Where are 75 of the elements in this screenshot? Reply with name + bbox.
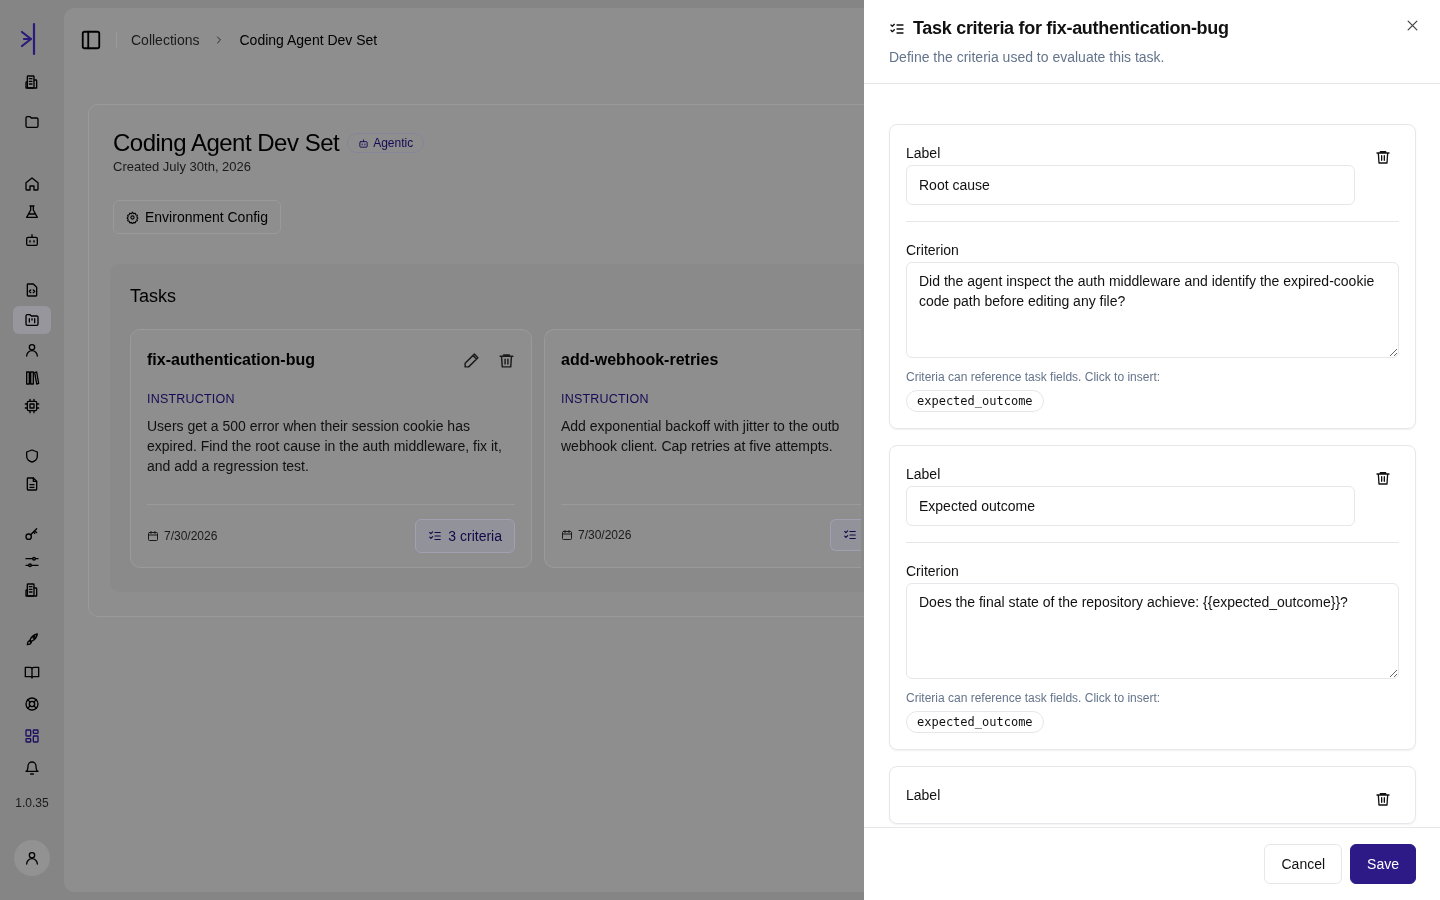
edit-icon	[463, 351, 480, 369]
hint-text: Criteria can reference task fields. Click to insert:	[906, 691, 1162, 705]
robot-icon	[24, 232, 40, 248]
file-code-icon	[24, 282, 40, 298]
checklist-icon	[428, 529, 443, 543]
checklist-icon	[843, 528, 857, 542]
bell-icon	[24, 760, 40, 776]
books-icon	[24, 370, 40, 386]
task-title: fix-authentication-bug	[147, 351, 315, 369]
building-icon	[24, 582, 40, 598]
home-icon	[24, 176, 40, 192]
user-icon	[24, 342, 40, 358]
criterion-field[interactable]: Did the agent inspect the auth middleware and identify the expired-cookie code path before editing any file?	[906, 262, 1399, 358]
calendar-icon	[147, 530, 159, 542]
key-icon	[24, 526, 40, 542]
created-date: Created July 30th, 2026	[113, 159, 253, 174]
gear-icon	[126, 210, 139, 224]
criterion-caption: Criterion	[906, 563, 960, 579]
label-field[interactable]: Expected outcome	[906, 486, 1355, 526]
instruction-text: Users get a 500 error when their session cookie has	[147, 417, 470, 436]
avatar[interactable]	[14, 840, 50, 876]
breadcrumb-item[interactable]: Collections	[131, 32, 200, 48]
book-icon	[24, 664, 40, 680]
trash-icon	[1375, 149, 1391, 165]
criteria-button[interactable]	[830, 519, 861, 551]
collection-title: Coding Agent Dev Set	[113, 129, 340, 157]
trash-icon	[1375, 791, 1391, 807]
shield-icon	[24, 448, 40, 464]
instruction-text: expired. Find the root cause in the auth middleware, fix it,	[147, 437, 502, 456]
save-button[interactable]: Save	[1350, 844, 1416, 884]
criteria-button[interactable]: 3 criteria	[415, 519, 515, 553]
version-label: 1.0.35	[15, 796, 49, 810]
trash-icon	[498, 351, 515, 369]
lifebuoy-icon	[24, 696, 40, 712]
environment-config-button[interactable]: Environment Config	[113, 200, 281, 234]
instruction-text: webhook client. Cap retries at five attempts.	[561, 437, 833, 456]
field-chip[interactable]: expected_outcome	[906, 711, 1044, 733]
folder-icon	[24, 114, 40, 130]
tasks-heading: Tasks	[130, 286, 177, 307]
instruction-label: INSTRUCTION	[147, 392, 236, 406]
calendar-icon	[561, 529, 573, 541]
instruction-label: INSTRUCTION	[561, 392, 650, 406]
building-icon	[24, 74, 40, 90]
delete-button[interactable]	[1375, 470, 1391, 486]
trash-icon	[1375, 470, 1391, 486]
document-icon	[24, 476, 40, 492]
instruction-text: and add a regression test.	[147, 457, 309, 476]
label-caption: Label	[906, 787, 942, 803]
flask-icon	[24, 204, 40, 220]
task-date: 7/30/2026	[147, 529, 218, 543]
sidebar-toggle-icon	[80, 29, 102, 51]
robot-icon	[358, 137, 370, 149]
criterion-field[interactable]: Does the final state of the repository achieve: {{expected_outcome}}?	[906, 583, 1399, 679]
sidebar-button[interactable]	[13, 306, 51, 334]
folder-icon	[24, 312, 40, 328]
breadcrumb-item: Coding Agent Dev Set	[239, 32, 378, 48]
criterion-caption: Criterion	[906, 242, 960, 258]
label-field[interactable]: Root cause	[906, 165, 1355, 205]
label-caption: Label	[906, 466, 942, 482]
panel-title: Task criteria for fix-authentication-bug	[913, 18, 1229, 39]
delete-button[interactable]	[1375, 791, 1391, 807]
sliders-icon	[24, 554, 40, 570]
cancel-button[interactable]: Cancel	[1264, 844, 1343, 884]
delete-button[interactable]	[1375, 149, 1391, 165]
label-caption: Label	[906, 145, 942, 161]
user-icon	[24, 850, 40, 866]
task-date: 7/30/2026	[561, 528, 632, 542]
panel-subtitle: Define the criteria used to evaluate this task.	[889, 49, 1166, 65]
hint-text: Criteria can reference task fields. Click to insert:	[906, 370, 1162, 384]
grid-icon	[24, 728, 40, 744]
task-title: add-webhook-retries	[561, 351, 719, 369]
instruction-text: Add exponential backoff with jitter to the outb	[561, 417, 840, 436]
field-chip[interactable]: expected_outcome	[906, 390, 1044, 412]
close-icon	[1405, 18, 1420, 33]
chip-icon	[24, 398, 40, 414]
